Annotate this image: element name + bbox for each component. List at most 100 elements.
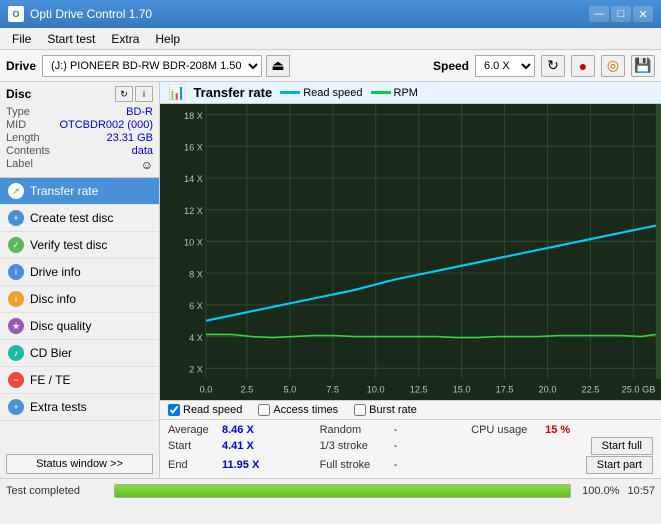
full-stroke-cell: Full stroke - <box>320 459 472 471</box>
app-title: Opti Drive Control 1.70 <box>30 7 152 21</box>
chart-title: Transfer rate <box>193 85 272 100</box>
nav-transfer-rate[interactable]: ↗ Transfer rate <box>0 178 159 205</box>
refresh-button[interactable]: ↻ <box>541 55 565 77</box>
access-times-checkbox[interactable] <box>258 404 270 416</box>
cpu-usage-value: 15 % <box>545 424 570 436</box>
contents-value: data <box>132 145 153 157</box>
legend-read-color <box>280 91 300 94</box>
full-stroke-value: - <box>394 459 414 471</box>
drive-select-container: (J:) PIONEER BD-RW BDR-208M 1.50 ⏏ <box>42 55 427 77</box>
chart-area: 18 X 16 X 14 X 12 X 10 X 8 X 6 X 4 X 2 X… <box>160 104 661 400</box>
svg-text:12.5: 12.5 <box>410 384 428 394</box>
title-bar: O Opti Drive Control 1.70 — □ ✕ <box>0 0 661 28</box>
progress-percent: 100.0% <box>579 485 619 497</box>
mid-label: MID <box>6 119 26 131</box>
svg-text:7.5: 7.5 <box>326 384 339 394</box>
nav-cd-bier[interactable]: ♪ CD Bier <box>0 340 159 367</box>
start-part-button[interactable]: Start part <box>586 456 653 474</box>
extra-tests-icon: + <box>8 399 24 415</box>
nav-menu: ↗ Transfer rate + Create test disc ✓ Ver… <box>0 178 159 450</box>
label-label: Label <box>6 158 33 172</box>
length-value: 23.31 GB <box>107 132 153 144</box>
fe-te-icon: ~ <box>8 372 24 388</box>
menu-extra[interactable]: Extra <box>103 30 147 48</box>
menu-help[interactable]: Help <box>147 30 188 48</box>
legend-rpm-color <box>371 91 391 94</box>
drive-info-icon: i <box>8 264 24 280</box>
nav-extra-tests[interactable]: + Extra tests <box>0 394 159 421</box>
nav-disc-info[interactable]: i Disc info <box>0 286 159 313</box>
end-label: End <box>168 459 218 471</box>
nav-create-test-disc-label: Create test disc <box>30 211 113 225</box>
speed-label: Speed <box>433 59 469 73</box>
progress-bar-fill <box>115 485 570 497</box>
access-times-checkbox-label: Access times <box>273 404 338 416</box>
start-cell: Start 4.41 X <box>168 440 320 452</box>
burst-rate-checkbox-label: Burst rate <box>369 404 417 416</box>
length-label: Length <box>6 132 40 144</box>
type-label: Type <box>6 106 30 118</box>
svg-text:16 X: 16 X <box>184 142 204 152</box>
svg-text:5.0: 5.0 <box>283 384 296 394</box>
analyze-button[interactable]: ◎ <box>601 55 625 77</box>
start-full-button[interactable]: Start full <box>591 437 653 455</box>
svg-text:2 X: 2 X <box>189 364 204 374</box>
nav-disc-quality[interactable]: ★ Disc quality <box>0 313 159 340</box>
nav-drive-info-label: Drive info <box>30 265 81 279</box>
menu-start-test[interactable]: Start test <box>39 30 103 48</box>
right-panel: 📊 Transfer rate Read speed RPM <box>160 82 661 478</box>
stats-row-1: Average 8.46 X Random - CPU usage 15 % <box>168 424 653 436</box>
stats-row-2: Start 4.41 X 1/3 stroke - Start full <box>168 437 653 455</box>
mid-value: OTCBDR002 (000) <box>59 119 153 131</box>
svg-text:6 X: 6 X <box>189 301 204 311</box>
nav-drive-info[interactable]: i Drive info <box>0 259 159 286</box>
disc-info-icon: i <box>8 291 24 307</box>
drive-select[interactable]: (J:) PIONEER BD-RW BDR-208M 1.50 <box>42 55 262 77</box>
svg-text:15.0: 15.0 <box>453 384 471 394</box>
status-window-button[interactable]: Status window >> <box>6 454 153 474</box>
speed-select[interactable]: 6.0 X <box>475 55 535 77</box>
svg-text:10 X: 10 X <box>184 238 204 248</box>
disc-section: Disc ↻ i Type BD-R MID OTCBDR002 (000) L… <box>0 82 159 178</box>
burst-rate-checkbox-item: Burst rate <box>354 404 417 416</box>
eject-button[interactable]: ⏏ <box>266 55 290 77</box>
left-panel: Disc ↻ i Type BD-R MID OTCBDR002 (000) L… <box>0 82 160 478</box>
type-value: BD-R <box>126 106 153 118</box>
disc-title: Disc <box>6 87 31 101</box>
contents-label: Contents <box>6 145 50 157</box>
start-label: Start <box>168 440 218 452</box>
read-speed-checkbox-label: Read speed <box>183 404 242 416</box>
cpu-usage-label: CPU usage <box>471 424 541 436</box>
read-speed-checkbox[interactable] <box>168 404 180 416</box>
status-text: Test completed <box>6 485 106 497</box>
nav-verify-test-disc[interactable]: ✓ Verify test disc <box>0 232 159 259</box>
minimize-button[interactable]: — <box>589 6 609 22</box>
nav-disc-quality-label: Disc quality <box>30 319 91 333</box>
average-cell: Average 8.46 X <box>168 424 320 436</box>
disc-refresh-btn[interactable]: ↻ <box>115 86 133 102</box>
svg-text:10.0: 10.0 <box>367 384 385 394</box>
stats-row-3: End 11.95 X Full stroke - Start part <box>168 456 653 474</box>
maximize-button[interactable]: □ <box>611 6 631 22</box>
nav-disc-info-label: Disc info <box>30 292 76 306</box>
chart-svg: 18 X 16 X 14 X 12 X 10 X 8 X 6 X 4 X 2 X… <box>160 104 661 400</box>
save-button[interactable]: 💾 <box>631 55 655 77</box>
end-cell: End 11.95 X <box>168 459 320 471</box>
nav-create-test-disc[interactable]: + Create test disc <box>0 205 159 232</box>
nav-fe-te[interactable]: ~ FE / TE <box>0 367 159 394</box>
legend-read-label: Read speed <box>303 87 362 99</box>
menu-file[interactable]: File <box>4 30 39 48</box>
cpu-usage-cell: CPU usage 15 % <box>471 424 653 436</box>
svg-text:8 X: 8 X <box>189 269 204 279</box>
burst-rate-checkbox[interactable] <box>354 404 366 416</box>
svg-text:22.5: 22.5 <box>582 384 600 394</box>
start-full-cell: Start full <box>471 437 653 455</box>
verify-disc-icon: ✓ <box>8 237 24 253</box>
svg-text:17.5: 17.5 <box>496 384 514 394</box>
close-button[interactable]: ✕ <box>633 6 653 22</box>
disc-icon-button[interactable]: ● <box>571 55 595 77</box>
nav-extra-tests-label: Extra tests <box>30 400 87 414</box>
app-icon: O <box>8 6 24 22</box>
disc-info-btn[interactable]: i <box>135 86 153 102</box>
nav-cd-bier-label: CD Bier <box>30 346 72 360</box>
